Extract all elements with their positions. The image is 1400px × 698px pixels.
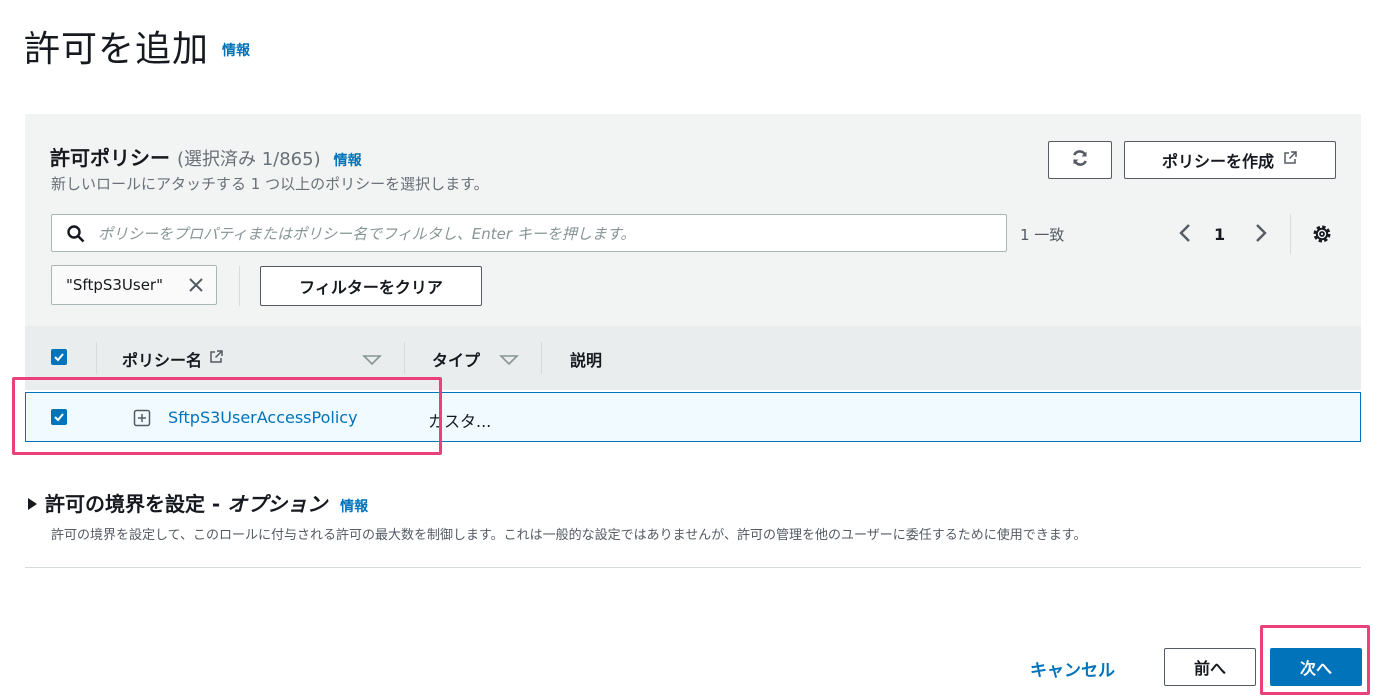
policies-title: 許可ポリシー (選択済み 1/865) 情報 (50, 142, 362, 171)
create-policy-label: ポリシーを作成 (1161, 152, 1274, 171)
boundary-title-option: オプション (227, 492, 328, 516)
pagination-prev-button[interactable] (1176, 222, 1194, 248)
check-icon (53, 348, 65, 367)
column-header-name[interactable]: ポリシー名 (122, 347, 224, 371)
create-policy-button[interactable]: ポリシーを作成 (1124, 141, 1336, 179)
header-divider-1 (96, 342, 97, 374)
column-header-type[interactable]: タイプ (432, 347, 480, 371)
caret-down-icon (499, 351, 519, 370)
previous-button[interactable]: 前へ (1164, 648, 1256, 686)
policies-title-text: 許可ポリシー (50, 146, 170, 170)
caret-right-icon (26, 492, 45, 516)
chevron-right-icon (1252, 224, 1270, 248)
annotation-highlight-row (12, 377, 442, 455)
boundary-description: 許可の境界を設定して、このロールに付与される許可の最大数を制御します。これは一般… (51, 528, 1087, 543)
page-info-link[interactable]: 情報 (222, 40, 250, 60)
pagination-divider (1290, 214, 1291, 254)
policies-info-link[interactable]: 情報 (334, 153, 362, 169)
annotation-highlight-next (1260, 625, 1370, 695)
column-name-label: ポリシー名 (122, 351, 203, 370)
clear-filters-button[interactable]: フィルターをクリア (260, 266, 482, 306)
preferences-button[interactable] (1311, 223, 1333, 249)
select-all-checkbox[interactable] (51, 349, 67, 365)
sort-type-button[interactable] (499, 351, 519, 370)
refresh-button[interactable] (1048, 141, 1112, 179)
boundary-info-link[interactable]: 情報 (340, 499, 368, 515)
divider-bottom (25, 567, 1361, 568)
gear-icon (1311, 225, 1333, 249)
close-icon[interactable] (187, 276, 205, 298)
external-link-icon (1282, 150, 1298, 170)
token-divider (239, 266, 240, 306)
policy-search (51, 214, 1007, 252)
permissions-boundary-toggle[interactable]: 許可の境界を設定 - オプション 情報 (26, 488, 368, 517)
pagination-page-number[interactable]: 1 (1214, 225, 1225, 244)
refresh-icon (1071, 149, 1089, 171)
cancel-button[interactable]: キャンセル (1030, 656, 1115, 681)
filter-token-label: "SftpS3User" (66, 276, 163, 294)
boundary-title-text: 許可の境界を設定 - (44, 492, 228, 516)
policy-search-input[interactable] (96, 220, 1000, 248)
filter-token: "SftpS3User" (51, 265, 217, 305)
sort-name-button[interactable] (362, 351, 382, 370)
pagination-next-button[interactable] (1252, 222, 1270, 248)
policies-subtitle: 新しいロールにアタッチする 1 つ以上のポリシーを選択します。 (51, 175, 489, 193)
header-divider-3 (541, 342, 542, 374)
header-divider-2 (404, 342, 405, 374)
chevron-left-icon (1176, 224, 1194, 248)
match-count: 1 一致 (1020, 226, 1065, 244)
caret-down-icon (362, 351, 382, 370)
search-icon (66, 224, 86, 248)
page-title: 許可を追加 (24, 29, 210, 70)
external-link-icon (208, 349, 224, 369)
column-header-description: 説明 (570, 351, 603, 370)
policies-selection-count: (選択済み 1/865) (176, 149, 321, 170)
